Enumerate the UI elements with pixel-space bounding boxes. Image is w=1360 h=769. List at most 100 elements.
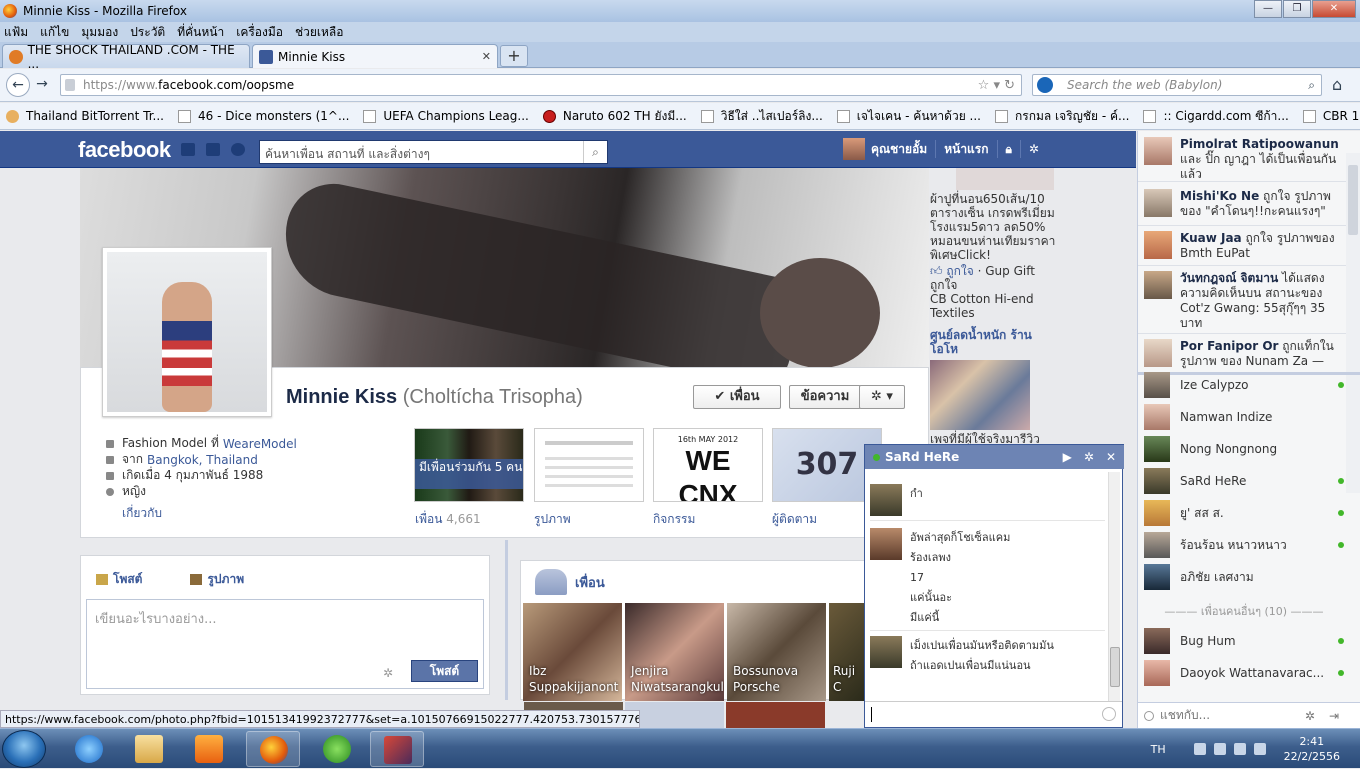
scroll-thumb[interactable] xyxy=(1348,165,1358,235)
start-button[interactable] xyxy=(2,730,46,768)
forward-button[interactable]: → xyxy=(32,73,52,97)
user-name-link[interactable]: คุณชายอั้ม xyxy=(871,140,927,159)
chat-friend[interactable]: ร้อนร้อน หนาวหนาว xyxy=(1144,531,1344,559)
ad-image[interactable] xyxy=(930,360,1030,430)
chat-avatar[interactable] xyxy=(870,636,902,668)
profile-options-button[interactable]: ✲ ▾ xyxy=(859,385,905,409)
friend-tile[interactable] xyxy=(726,702,825,728)
audience-gear-icon[interactable]: ✲ xyxy=(383,666,393,680)
events-link[interactable]: กิจกรรม xyxy=(653,510,695,529)
messages-icon[interactable] xyxy=(206,143,220,156)
taskbar-utorrent[interactable] xyxy=(310,731,364,767)
new-tab-button[interactable]: + xyxy=(500,45,528,67)
tab-shock-thailand[interactable]: THE SHOCK THAILAND .COM - THE ... xyxy=(2,43,250,71)
bookmark-item[interactable]: Naruto 602 TH ยังมี... xyxy=(542,107,687,126)
settings-gear-icon[interactable]: ✲ xyxy=(1029,142,1039,156)
language-indicator[interactable]: TH xyxy=(1151,743,1166,756)
about-link[interactable]: เกี่ยวกับ xyxy=(122,504,162,523)
bookmark-item[interactable]: UEFA Champions Leag... xyxy=(363,109,529,123)
about-link[interactable]: Bangkok, Thailand xyxy=(147,453,258,467)
chat-friend[interactable]: Ize Calypzo xyxy=(1144,371,1344,399)
taskbar-explorer[interactable] xyxy=(122,731,176,767)
minimize-button[interactable]: — xyxy=(1254,0,1282,18)
search-icon[interactable]: ⌕ xyxy=(1308,78,1315,93)
chat-avatar[interactable] xyxy=(870,528,902,560)
photos-link[interactable]: รูปภาพ xyxy=(534,510,571,529)
volume-icon[interactable] xyxy=(1253,743,1266,755)
ad-title[interactable]: ศูนย์ลดน้ำหนัก ร้านโอโห xyxy=(930,328,1040,356)
bookmark-item[interactable]: กรกมล เจริญชัย - ค์... xyxy=(995,107,1129,126)
home-link[interactable]: หน้าแรก xyxy=(944,140,988,159)
taskbar-media-player[interactable] xyxy=(182,731,236,767)
privacy-lock-icon[interactable]: 🔒︎ xyxy=(1006,142,1012,157)
maximize-button[interactable]: ❐ xyxy=(1283,0,1311,18)
about-link[interactable]: WeareModel xyxy=(223,437,297,451)
followers-link[interactable]: ผู้ติดตาม xyxy=(772,510,817,529)
close-window-button[interactable]: ✕ xyxy=(1312,0,1356,18)
facebook-logo[interactable]: facebook xyxy=(78,137,171,163)
taskbar-game[interactable] xyxy=(370,731,424,767)
bookmark-item[interactable]: Thailand BitTorrent Tr... xyxy=(6,109,164,123)
tab-photo[interactable]: รูปภาพ xyxy=(190,570,268,589)
chat-friend[interactable]: Bug Hum xyxy=(1144,627,1344,655)
friend-tile[interactable]: Ruji C xyxy=(829,603,865,701)
chat-friend[interactable]: อภิชัย เลศงาม xyxy=(1144,563,1344,591)
events-thumbnail[interactable]: 16th MAY 2012 WE CNX xyxy=(653,428,763,502)
back-button[interactable]: ← xyxy=(6,73,30,97)
post-button[interactable]: โพสต์ xyxy=(411,660,478,682)
ad-text[interactable]: ผ้าปูที่นอน650เส้น/10 ตารางเซ็น เกรดพรีเ… xyxy=(930,192,1062,262)
scroll-thumb[interactable] xyxy=(1110,647,1120,687)
post-input[interactable]: เขียนอะไรบางอย่าง... ✲ โพสต์ xyxy=(86,599,484,689)
friend-tile[interactable]: Bossunova Porsche xyxy=(727,603,826,701)
taskbar-firefox[interactable] xyxy=(246,731,300,767)
emoticon-icon[interactable] xyxy=(1102,707,1116,721)
menu-tools[interactable]: เครื่องมือ xyxy=(236,23,283,42)
friends-link[interactable]: เพื่อน 4,661 xyxy=(415,510,481,529)
friend-tile[interactable]: Jenjira Niwatsarangkul xyxy=(625,603,724,701)
tab-post[interactable]: โพสต์ xyxy=(96,570,166,589)
chat-search-input[interactable]: แชทกับ... ✲⇥ xyxy=(1138,702,1360,728)
menu-view[interactable]: มุมมอง xyxy=(81,23,118,42)
search-icon[interactable]: ⌕ xyxy=(583,141,607,163)
chat-friend[interactable]: Daoyok Wattanavarac... xyxy=(1144,659,1344,687)
bookmark-item[interactable]: CBR 150 i xyxy=(1302,109,1360,123)
bookmark-item[interactable]: เจไจเคน - ค้นหาด้วย ... xyxy=(836,107,981,126)
ad-image[interactable] xyxy=(956,168,1054,190)
profile-picture[interactable] xyxy=(102,247,272,417)
clock[interactable]: 2:41 22/2/2556 xyxy=(1284,734,1340,764)
menu-history[interactable]: ประวัติ xyxy=(130,23,165,42)
menu-bookmarks[interactable]: ที่คั่นหน้า xyxy=(177,23,224,42)
friend-tile[interactable]: Ibz Suppakijjanont xyxy=(523,603,622,701)
video-call-icon[interactable]: ▶ xyxy=(1063,450,1072,464)
chat-header[interactable]: SaRd HeRe ▶ ✲ ✕ xyxy=(865,444,1124,469)
network-icon[interactable] xyxy=(1213,743,1226,755)
chat-input[interactable] xyxy=(865,701,1122,727)
facebook-search-input[interactable]: ค้นหาเพื่อน สถานที่ และสิ่งต่างๆ ⌕ xyxy=(259,140,608,164)
url-bar[interactable]: https://www. facebook.com/oopsme ☆ ▾ ↻ xyxy=(60,74,1022,96)
action-center-icon[interactable] xyxy=(1193,743,1206,755)
menu-file[interactable]: แฟ้ม xyxy=(4,23,28,42)
menu-edit[interactable]: แก้ไข xyxy=(40,23,69,42)
photos-thumbnail[interactable] xyxy=(534,428,644,502)
chat-scrollbar[interactable] xyxy=(1108,472,1120,702)
tab-minnie-kiss[interactable]: Minnie Kiss ✕ xyxy=(252,44,498,68)
bookmark-item[interactable]: วิธีใส่ ..ไสเปอร์ลิง... xyxy=(700,107,823,126)
taskbar-ie[interactable] xyxy=(62,731,116,767)
web-search-input[interactable]: Search the web (Babylon) ⌕ xyxy=(1032,74,1322,96)
chat-avatar[interactable] xyxy=(870,484,902,516)
user-avatar[interactable] xyxy=(843,138,865,160)
bookmark-item[interactable]: 46 - Dice monsters (1^... xyxy=(178,109,349,123)
chat-friend[interactable]: Namwan Indize xyxy=(1144,403,1344,431)
like-ad-link[interactable]: 👍︎ ถูกใจ xyxy=(930,264,974,278)
friend-requests-icon[interactable] xyxy=(181,143,195,156)
close-tab-icon[interactable]: ✕ xyxy=(482,50,491,63)
chat-friend[interactable]: Nong Nongnong xyxy=(1144,435,1344,463)
chat-contact-name[interactable]: SaRd HeRe xyxy=(885,450,959,464)
ticker-scrollbar[interactable] xyxy=(1346,153,1360,493)
friends-box-title[interactable]: เพื่อน xyxy=(575,572,605,593)
message-button[interactable]: ข้อความ xyxy=(789,385,861,409)
home-icon[interactable]: ⌂ xyxy=(1332,75,1342,94)
bookmark-item[interactable]: :: Cigardd.com ซีก้า... xyxy=(1143,107,1289,126)
notifications-icon[interactable] xyxy=(231,143,245,156)
close-chat-icon[interactable]: ✕ xyxy=(1106,450,1116,464)
